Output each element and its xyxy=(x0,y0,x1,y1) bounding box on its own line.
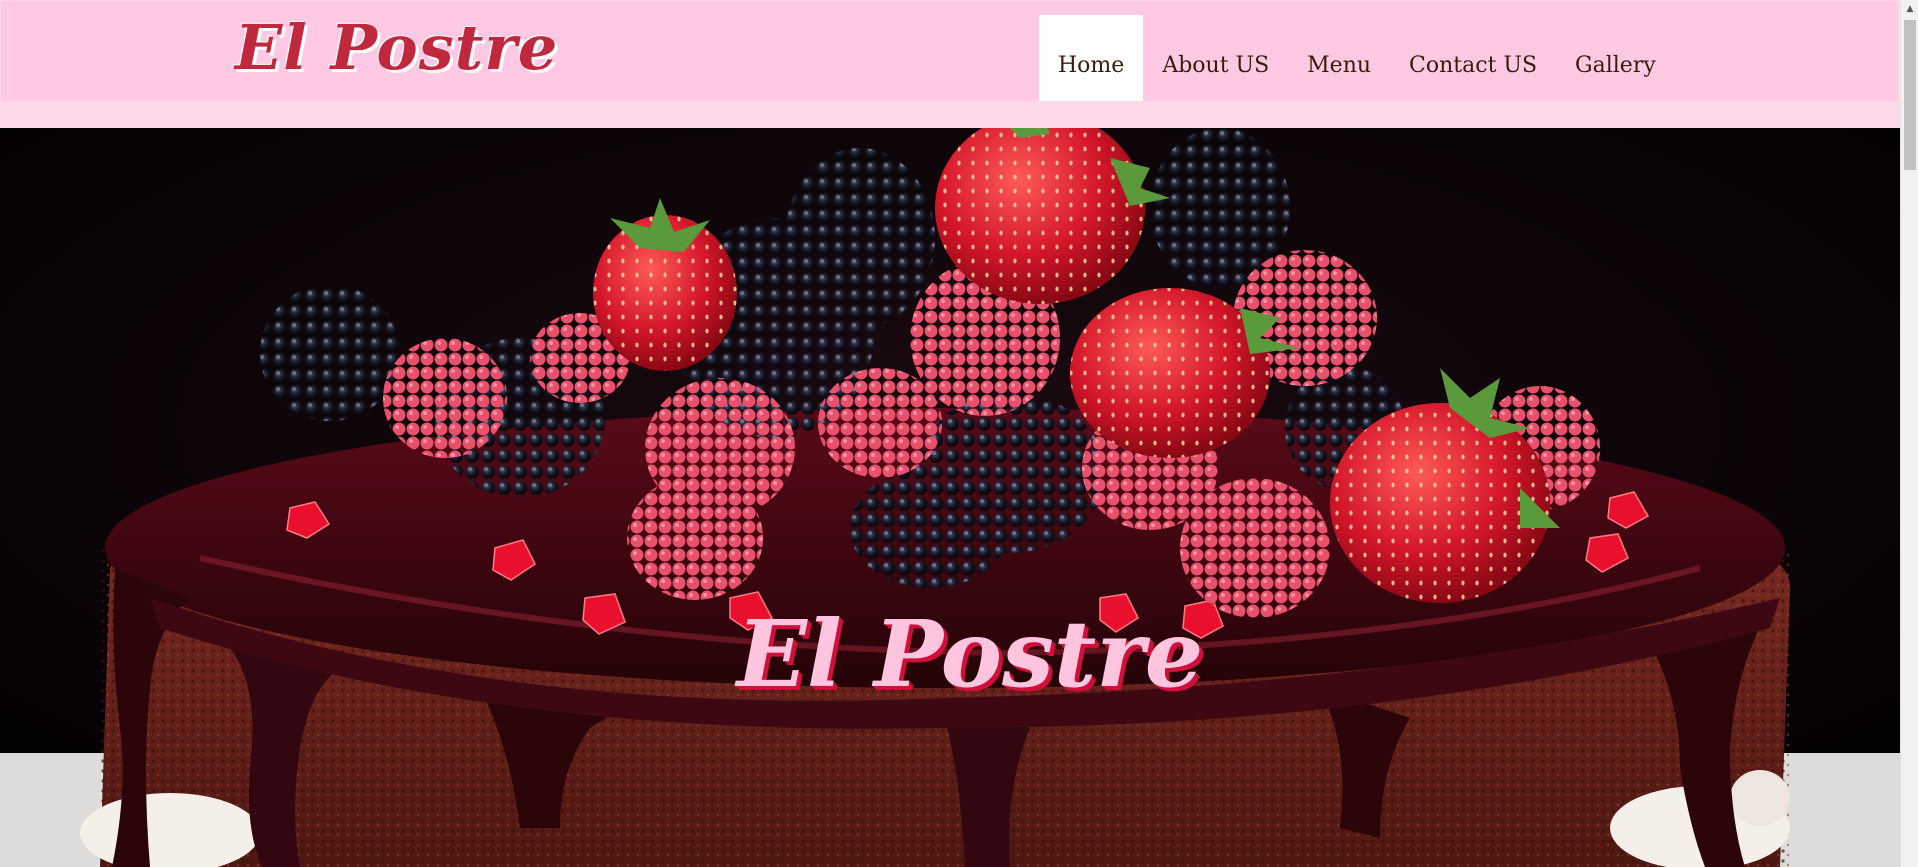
header-divider xyxy=(0,101,1900,128)
site-header: El Postre Home About US Menu Contact US … xyxy=(1,1,1898,103)
hero-title: El Postre xyxy=(736,600,1204,708)
scroll-thumb[interactable] xyxy=(1904,20,1916,170)
nav-item-home[interactable]: Home xyxy=(1039,15,1144,103)
nav-item-menu[interactable]: Menu xyxy=(1288,15,1390,103)
main-nav: Home About US Menu Contact US Gallery xyxy=(1039,15,1675,103)
page: El Postre Home About US Menu Contact US … xyxy=(0,0,1900,867)
hero-banner: El Postre xyxy=(0,128,1900,867)
nav-item-contact[interactable]: Contact US xyxy=(1390,15,1556,103)
site-logo[interactable]: El Postre xyxy=(235,11,558,84)
nav-item-gallery[interactable]: Gallery xyxy=(1556,15,1675,103)
nav-item-about[interactable]: About US xyxy=(1143,15,1288,103)
vertical-scrollbar[interactable]: ▲ xyxy=(1900,0,1918,867)
scroll-up-arrow-icon[interactable]: ▲ xyxy=(1901,0,1918,18)
hero-image xyxy=(0,128,1900,867)
